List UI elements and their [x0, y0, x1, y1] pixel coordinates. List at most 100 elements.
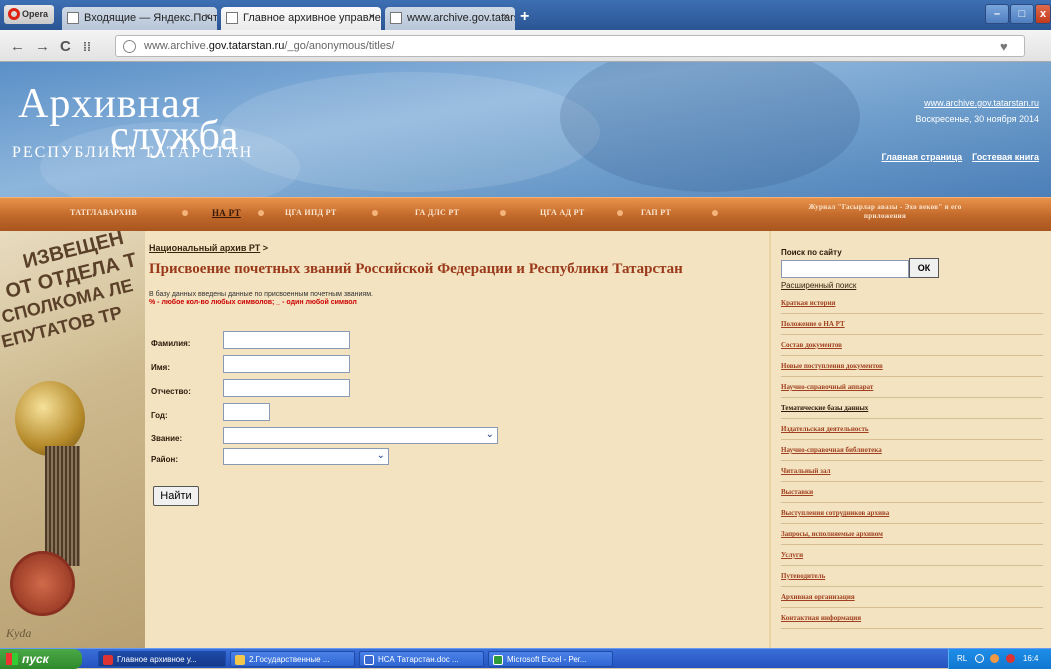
menu-item-ga-dls[interactable]: ГА ДЛС РТ	[415, 208, 459, 217]
sidebar-item-documents[interactable]: Состав документов	[781, 335, 1043, 356]
site-url-link[interactable]: www.archive.gov.tatarstan.ru	[924, 98, 1039, 108]
sidebar-item-label: Научно-справочный аппарат	[781, 383, 874, 391]
opera-menu-button[interactable]: Opera	[4, 5, 54, 24]
sidebar-item-label: Выступления сотрудников архива	[781, 509, 890, 517]
taskbar-item-word[interactable]: НСА Татарстан.doc ...	[359, 651, 484, 667]
new-tab-button[interactable]: +	[520, 8, 529, 26]
menu-item-cga-ad[interactable]: ЦГА АД РТ	[540, 208, 585, 217]
maximize-button[interactable]: □	[1010, 4, 1034, 24]
sidebar-item-label: Издательская деятельность	[781, 425, 869, 433]
menu-separator	[372, 210, 378, 216]
reload-icon[interactable]: C	[60, 38, 71, 55]
forward-icon[interactable]: →	[35, 38, 50, 55]
district-select[interactable]: ⌄	[223, 448, 389, 465]
heart-icon[interactable]: ♥	[1000, 39, 1008, 54]
advanced-search-link[interactable]: Расширенный поиск	[781, 281, 856, 290]
sidebar-item-label: Краткая история	[781, 299, 836, 307]
security-icon[interactable]	[990, 654, 1000, 664]
tab-label: Главное архивное управле	[243, 12, 381, 24]
speed-dial-icon[interactable]: ⁞⁞	[83, 40, 91, 54]
opera-tray-icon[interactable]	[1005, 654, 1015, 664]
sidebar-item-staff-talks[interactable]: Выступления сотрудников архива	[781, 503, 1043, 524]
sidebar-item-history[interactable]: Краткая история	[781, 293, 1043, 314]
sidebar-item-label: Услуги	[781, 551, 804, 559]
menu-item-cga-ipd[interactable]: ЦГА ИПД РТ	[285, 208, 337, 217]
back-icon[interactable]: ←	[10, 38, 25, 55]
map-decoration	[560, 62, 860, 192]
tab-archive-main[interactable]: Главное архивное управле ×	[221, 7, 381, 30]
sidebar-item-label: Научно-справочная библиотека	[781, 446, 882, 454]
sidebar-item-label: Читальный зал	[781, 467, 831, 475]
logo-line-3: РЕСПУБЛИКИ ТАТАРСТАН	[12, 144, 254, 161]
close-tab-icon[interactable]: ×	[205, 11, 211, 23]
sidebar-item-thematic-databases[interactable]: Тематические базы данных	[781, 398, 1043, 419]
page-title: Присвоение почетных званий Российской Фе…	[149, 261, 683, 277]
year-input[interactable]	[223, 403, 270, 421]
taskbar-item-browser[interactable]: Главное архивное у...	[98, 651, 226, 667]
main-content: Национальный архив РТ > Присвоение почет…	[145, 231, 769, 648]
name-input[interactable]	[223, 355, 350, 373]
close-window-button[interactable]: x	[1035, 4, 1051, 24]
opera-logo-icon	[8, 8, 20, 20]
sidebar-item-publishing[interactable]: Издательская деятельность	[781, 419, 1043, 440]
home-link[interactable]: Главная страница	[881, 152, 962, 162]
sidebar-item-library[interactable]: Научно-справочная библиотека	[781, 440, 1043, 461]
sidebar-item-guide[interactable]: Путеводитель	[781, 566, 1043, 587]
sidebar-item-requests[interactable]: Запросы, исполняемые архивом	[781, 524, 1043, 545]
word-icon	[364, 655, 374, 665]
patronymic-input[interactable]	[223, 379, 350, 397]
sidebar-item-services[interactable]: Услуги	[781, 545, 1043, 566]
sidebar-item-contacts[interactable]: Контактная информация	[781, 608, 1043, 629]
breadcrumb-link-national-archive[interactable]: Национальный архив РТ	[149, 243, 260, 253]
title-label: Звание:	[151, 434, 183, 443]
globe-icon	[123, 40, 136, 53]
start-button[interactable]: пуск	[0, 649, 82, 669]
year-label: Год:	[151, 411, 168, 420]
sidebar-item-label: Состав документов	[781, 341, 842, 349]
sidebar-item-reading-room[interactable]: Читальный зал	[781, 461, 1043, 482]
sidebar-item-label: Тематические базы данных	[781, 404, 869, 412]
tab-label: Входящие — Яндекс.Почта	[84, 12, 217, 24]
taskbar-item-label: Microsoft Excel - Рег...	[507, 655, 587, 664]
tab-archive-site[interactable]: www.archive.gov.tatarstan ×	[385, 7, 515, 30]
district-label: Район:	[151, 455, 178, 464]
excel-icon	[493, 655, 503, 665]
menu-item-gap[interactable]: ГАП РТ	[641, 208, 671, 217]
sidebar-item-new-acquisitions[interactable]: Новые поступления документов	[781, 356, 1043, 377]
close-tab-icon[interactable]: ×	[369, 11, 375, 23]
site-search-ok-button[interactable]: ОК	[909, 258, 939, 278]
menu-separator	[712, 210, 718, 216]
sidebar-item-exhibitions[interactable]: Выставки	[781, 482, 1043, 503]
sidebar-item-regulation[interactable]: Положение о НА РТ	[781, 314, 1043, 335]
network-icon[interactable]	[975, 654, 985, 664]
menu-item-na-rt[interactable]: НА РТ	[212, 208, 241, 218]
surname-input[interactable]	[223, 331, 350, 349]
language-indicator[interactable]: RL	[957, 654, 967, 663]
menu-item-journal[interactable]: Журнал "Гасырлар авазы - Эхо веков" и ег…	[790, 203, 980, 221]
tab-label: www.archive.gov.tatarstan	[407, 12, 515, 24]
menu-item-tatglavarhiv[interactable]: ТАТГЛАВАРХИВ	[70, 208, 137, 217]
minimize-button[interactable]: –	[985, 4, 1009, 24]
current-date: Воскресенье, 30 ноября 2014	[915, 114, 1039, 124]
surname-label: Фамилия:	[151, 339, 191, 348]
tab-mail[interactable]: Входящие — Яндекс.Почта ×	[62, 7, 217, 30]
menu-separator	[258, 210, 264, 216]
database-info: В базу данных введены данные по присвоен…	[149, 291, 373, 298]
url-field[interactable]: www.archive.gov.tatarstan.ru/_go/anonymo…	[115, 35, 1025, 57]
decorative-archive-image: ИЗВЕЩЕН ОТ ОТДЕЛА Т СПОЛКОМА ЛЕ ЕПУТАТОВ…	[0, 231, 150, 648]
close-tab-icon[interactable]: ×	[503, 11, 509, 23]
taskbar-item-label: 2.Государственные ...	[249, 655, 330, 664]
browser-tab-bar: Opera Входящие — Яндекс.Почта × Главное …	[0, 0, 1051, 30]
guestbook-link[interactable]: Гостевая книга	[972, 152, 1039, 162]
taskbar-item-excel[interactable]: Microsoft Excel - Рег...	[488, 651, 613, 667]
title-select[interactable]: ⌄	[223, 427, 498, 444]
url-path: /_go/anonymous/titles/	[284, 40, 395, 52]
site-search-input[interactable]	[781, 260, 909, 278]
sidebar-item-organization[interactable]: Архивная организация	[781, 587, 1043, 608]
taskbar-item-folder[interactable]: 2.Государственные ...	[230, 651, 355, 667]
wildcard-note: % - любое кол-во любых символов; _ - оди…	[149, 299, 357, 306]
page-icon	[67, 12, 79, 24]
search-submit-button[interactable]: Найти	[153, 486, 199, 506]
windows-logo-icon	[6, 653, 18, 665]
sidebar-item-reference-apparatus[interactable]: Научно-справочный аппарат	[781, 377, 1043, 398]
